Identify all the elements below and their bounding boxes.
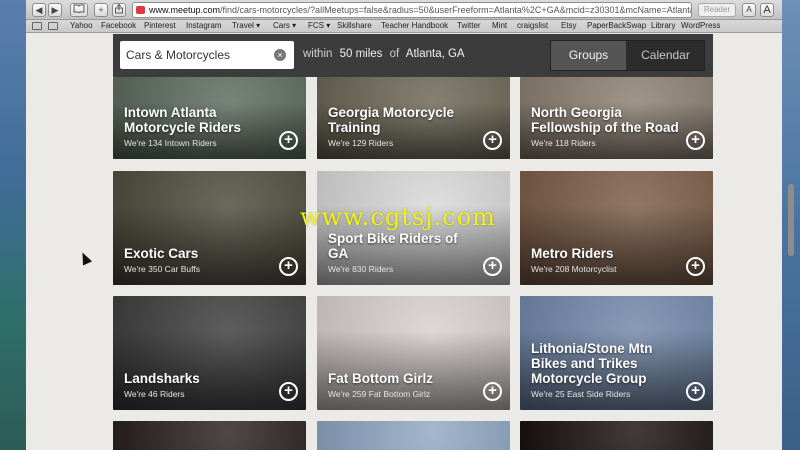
add-tab-button[interactable]: + [94,3,108,17]
group-member-count: We're 208 Motorcyclist [531,264,617,274]
group-title[interactable]: Lithonia/Stone Mtn Bikes and Trikes Moto… [531,341,683,386]
group-photo [113,421,306,450]
clear-search-icon[interactable]: × [274,49,286,61]
bookmark-library[interactable]: Library [651,20,675,32]
top-sites-icon[interactable] [48,22,58,30]
tab-calendar[interactable]: Calendar [627,41,704,70]
group-title[interactable]: Sport Bike Riders of GA [328,231,480,261]
search-radius-location: within 50 miles of Atlanta, GA [303,48,469,60]
group-member-count: We're 25 East Side Riders [531,389,631,399]
location-selector[interactable]: Atlanta, GA [406,48,465,60]
url-host: www.meetup.com [149,5,221,15]
bookmarks-icon[interactable] [70,3,88,17]
join-plus-icon[interactable]: + [483,131,502,150]
bookmark-teacher-handbook[interactable]: Teacher Handbook [381,20,448,32]
bookmark-travel[interactable]: Travel ▾ [232,20,260,32]
group-member-count: We're 118 Riders [531,138,596,148]
group-card[interactable] [520,421,713,450]
font-smaller-button[interactable]: A [742,3,756,17]
of-label: of [389,48,400,60]
within-label: within [303,48,333,60]
reader-button[interactable]: Reader [698,3,736,17]
bookmark-cars[interactable]: Cars ▾ [273,20,296,32]
view-tabs: Groups Calendar [550,40,705,71]
bookmark-yahoo[interactable]: Yahoo [70,20,93,32]
group-member-count: We're 350 Car Buffs [124,264,200,274]
search-input[interactable]: Cars & Motorcycles × [120,41,294,69]
forward-button[interactable]: ▶ [48,3,62,17]
group-title[interactable]: Fat Bottom Girlz [328,371,480,386]
bookmark-mint[interactable]: Mint [492,20,507,32]
bookmark-craigslist[interactable]: craigslist [517,20,548,32]
join-plus-icon[interactable]: + [686,382,705,401]
bookmarks-bar: Yahoo Facebook Pinterest Instagram Trave… [26,20,782,33]
group-title[interactable]: Landsharks [124,371,276,386]
group-card[interactable]: Landsharks We're 46 Riders + [113,296,306,410]
group-member-count: We're 46 Riders [124,389,185,399]
group-search-bar: Cars & Motorcycles × within 50 miles of … [113,34,713,77]
group-card[interactable] [113,421,306,450]
radius-selector[interactable]: 50 miles [340,48,383,60]
group-title[interactable]: Exotic Cars [124,246,276,261]
desktop-background-left [0,0,26,450]
bookmark-pinterest[interactable]: Pinterest [144,20,176,32]
join-plus-icon[interactable]: + [279,257,298,276]
group-card[interactable]: Intown Atlanta Motorcycle Riders We're 13… [113,77,306,159]
group-card[interactable]: Fat Bottom Girlz We're 259 Fat Bottom Gir… [317,296,510,410]
search-query: Cars & Motorcycles [126,48,231,62]
group-member-count: We're 129 Riders [328,138,394,148]
scroll-thumb[interactable] [788,184,794,256]
bookmark-etsy[interactable]: Etsy [561,20,577,32]
join-plus-icon[interactable]: + [483,257,502,276]
bookmark-fcs[interactable]: FCS ▾ [308,20,330,32]
join-plus-icon[interactable]: + [279,131,298,150]
join-plus-icon[interactable]: + [279,382,298,401]
reading-list-icon[interactable] [32,22,42,30]
group-card[interactable] [317,421,510,450]
bookmark-skillshare[interactable]: Skillshare [337,20,372,32]
group-title[interactable]: Intown Atlanta Motorcycle Riders [124,105,276,135]
group-member-count: We're 830 Riders [328,264,394,274]
font-larger-button[interactable]: A [760,3,774,17]
group-member-count: We're 134 Intown Riders [124,138,217,148]
group-card[interactable]: Lithonia/Stone Mtn Bikes and Trikes Moto… [520,296,713,410]
group-photo [520,421,713,450]
join-plus-icon[interactable]: + [483,382,502,401]
group-title[interactable]: Metro Riders [531,246,683,261]
url-field[interactable]: www.meetup.com/find/cars-motorcycles/?al… [132,2,692,18]
group-card[interactable]: Georgia Motorcycle Training We're 129 Rid… [317,77,510,159]
join-plus-icon[interactable]: + [686,257,705,276]
bookmark-instagram[interactable]: Instagram [186,20,222,32]
group-photo [317,421,510,450]
group-title[interactable]: Georgia Motorcycle Training [328,105,480,135]
group-card[interactable]: Exotic Cars We're 350 Car Buffs + [113,171,306,285]
bookmark-facebook[interactable]: Facebook [101,20,136,32]
page-scrollbar[interactable] [787,34,795,450]
tab-groups[interactable]: Groups [551,41,626,70]
meetup-favicon-icon [136,6,145,14]
group-card[interactable]: North Georgia Fellowship of the Road We'r… [520,77,713,159]
group-title[interactable]: North Georgia Fellowship of the Road [531,105,683,135]
back-button[interactable]: ◀ [32,3,46,17]
group-card[interactable]: Metro Riders We're 208 Motorcyclist + [520,171,713,285]
group-member-count: We're 259 Fat Bottom Girlz [328,389,431,399]
join-plus-icon[interactable]: + [686,131,705,150]
watermark: www.cgtsj.com [300,203,496,231]
bookmark-wordpress[interactable]: WordPress [681,20,720,32]
bookmark-twitter[interactable]: Twitter [457,20,481,32]
share-icon[interactable] [112,3,126,17]
url-path: /find/cars-motorcycles/?allMeetups=false… [220,5,692,15]
bookmark-paperbackswap[interactable]: PaperBackSwap [587,20,646,32]
browser-toolbar: ◀ ▶ + www.meetup.com/find/cars-motorcycl… [26,0,782,20]
mouse-cursor [77,250,93,266]
